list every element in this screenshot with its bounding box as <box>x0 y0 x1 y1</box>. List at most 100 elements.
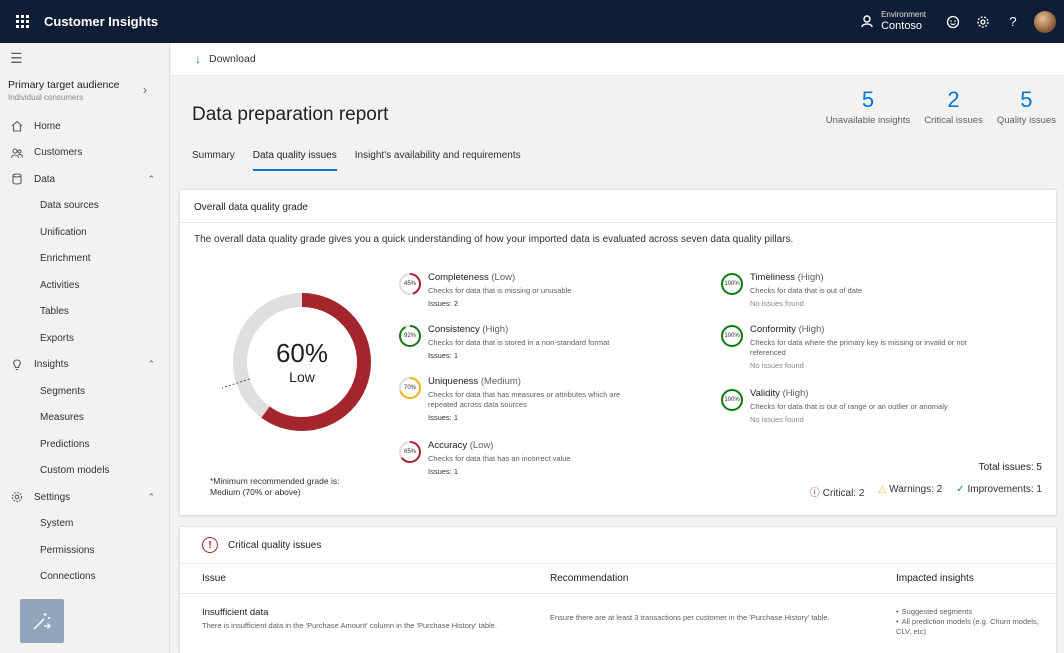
legend-improvements[interactable]: ✓ Improvements: 1 <box>956 484 1042 499</box>
pillar-consistency[interactable]: 92% Consistency (High) Checks for data tha… <box>398 324 638 360</box>
critical-issues-card: ! Critical quality issues Issue Recommen… <box>180 527 1056 653</box>
environment-value: Contoso <box>881 19 923 32</box>
stat-value: 2 <box>947 87 960 112</box>
sidebar-item-customers[interactable]: Customers <box>0 140 169 167</box>
pillar-uniqueness[interactable]: 70% Uniqueness (Medium) Checks for data th… <box>398 376 648 422</box>
legend-critical[interactable]: ⓘ Critical: 2 <box>810 484 865 499</box>
pillar-issues: No issues found <box>750 415 804 425</box>
chevron-up-icon[interactable]: ⌃ <box>147 492 155 503</box>
column-header-impacted-insights[interactable]: Impacted insights <box>896 573 974 584</box>
audience-selector[interactable]: Primary target audience Individual consu… <box>0 73 169 113</box>
stat-unavailable-insights[interactable]: 5 Unavailable insights <box>825 87 911 127</box>
pillar-score-ring: 100% <box>720 388 744 412</box>
settings-icon[interactable] <box>968 0 998 43</box>
sidebar-item-data-sources[interactable]: Data sources <box>0 193 169 220</box>
chevron-right-icon: › <box>143 83 147 97</box>
sidebar-item-connections[interactable]: Connections <box>0 564 169 591</box>
sidebar-nav: Home Customers Data ⌃ Data sources Unifi… <box>0 113 169 590</box>
sidebar-item-settings[interactable]: Settings ⌃ <box>0 484 169 511</box>
stat-critical-issues[interactable]: 2 Critical issues <box>924 87 983 126</box>
divider <box>180 593 1056 594</box>
legend-label: Improvements: 1 <box>967 484 1042 495</box>
total-issues: Total issues: 5 <box>978 462 1042 473</box>
chevron-up-icon[interactable]: ⌃ <box>147 359 155 370</box>
stat-quality-issues[interactable]: 5 Quality issues <box>997 87 1056 126</box>
sidebar-item-activities[interactable]: Activities <box>0 272 169 299</box>
legend-warnings[interactable]: △ Warnings: 2 <box>878 484 942 499</box>
sidebar-item-label: Custom models <box>40 465 110 477</box>
top-bar: Customer Insights Environment Contoso ? <box>0 0 1064 43</box>
command-bar: ↓ Download <box>171 43 1064 76</box>
tab-summary[interactable]: Summary <box>192 150 235 171</box>
sidebar-item-system[interactable]: System <box>0 511 169 538</box>
pillar-description: Checks for data that is out of range or … <box>750 402 948 411</box>
pillar-accuracy[interactable]: 65% Accuracy (Low) Checks for data that ha… <box>398 440 638 476</box>
chevron-up-icon[interactable]: ⌃ <box>147 174 155 185</box>
sidebar-item-label: Customers <box>34 147 83 159</box>
sidebar-item-label: Insights <box>34 359 69 371</box>
overall-grade-donut: 60% Low <box>212 282 382 442</box>
sidebar-item-segments[interactable]: Segments <box>0 378 169 405</box>
sidebar-item-label: Unification <box>40 226 87 238</box>
pillar-score: 45% <box>403 281 416 287</box>
app-title[interactable]: Customer Insights <box>44 14 158 29</box>
sidebar-item-predictions[interactable]: Predictions <box>0 431 169 458</box>
environment-picker[interactable]: Environment Contoso <box>861 10 926 32</box>
help-icon[interactable]: ? <box>998 0 1028 43</box>
issue-title[interactable]: Insufficient data <box>202 607 268 618</box>
impacted-insights-list: Suggested segments All prediction models… <box>896 607 1046 637</box>
sidebar-item-label: Data <box>34 173 56 185</box>
warning-icon: △ <box>878 484 887 495</box>
divider <box>180 563 1056 564</box>
sidebar-item-label: Home <box>34 120 61 132</box>
pillar-score: 100% <box>724 281 740 287</box>
sidebar: ☰ Primary target audience Individual con… <box>0 43 170 653</box>
sidebar-item-label: Connections <box>40 571 96 583</box>
sidebar-item-label: System <box>40 518 74 530</box>
divider <box>180 222 1056 223</box>
sidebar-item-measures[interactable]: Measures <box>0 405 169 432</box>
tab-insights-availability[interactable]: Insight's availability and requirements <box>355 150 521 171</box>
pillar-timeliness[interactable]: 100% Timeliness (High) Checks for data tha… <box>720 272 980 308</box>
sidebar-item-exports[interactable]: Exports <box>0 325 169 352</box>
sidebar-item-label: Enrichment <box>40 253 91 265</box>
tab-data-quality-issues[interactable]: Data quality issues <box>252 150 337 171</box>
column-header-recommendation[interactable]: Recommendation <box>550 573 628 584</box>
download-button[interactable]: ↓ Download <box>195 52 256 66</box>
sidebar-item-data[interactable]: Data ⌃ <box>0 166 169 193</box>
sidebar-item-label: Segments <box>40 385 86 397</box>
pillar-conformity[interactable]: 100% Conformity (High) Checks for data whe… <box>720 324 1000 370</box>
sidebar-item-permissions[interactable]: Permissions <box>0 537 169 564</box>
environment-icon <box>861 15 873 28</box>
sidebar-item-custom-models[interactable]: Custom models <box>0 458 169 485</box>
pillar-issues: Issues: 1 <box>428 467 459 477</box>
pillar-name: Consistency <box>428 324 480 335</box>
sidebar-item-label: Data sources <box>40 200 99 212</box>
summary-stats: 5 Unavailable insights 2 Critical issues… <box>825 87 1056 127</box>
magic-wand-icon[interactable] <box>20 599 64 643</box>
sidebar-item-label: Settings <box>34 491 71 503</box>
gear-icon <box>10 490 24 504</box>
pillar-level: (High) <box>798 324 825 335</box>
min-note-line: *Minimum recommended grade is: <box>210 476 340 486</box>
sidebar-item-unification[interactable]: Unification <box>0 219 169 246</box>
issue-description: There is insufficient data in the 'Purch… <box>202 621 497 630</box>
hamburger-icon[interactable]: ☰ <box>0 43 169 73</box>
sidebar-item-tables[interactable]: Tables <box>0 299 169 326</box>
sidebar-item-enrichment[interactable]: Enrichment <box>0 246 169 273</box>
avatar[interactable] <box>1034 10 1056 33</box>
pillar-description: Checks for data that is out of date <box>750 286 863 295</box>
download-icon: ↓ <box>195 52 201 66</box>
column-header-issue[interactable]: Issue <box>202 573 226 584</box>
sidebar-item-home[interactable]: Home <box>0 113 169 140</box>
sidebar-item-insights[interactable]: Insights ⌃ <box>0 352 169 379</box>
smiley-icon[interactable] <box>938 0 968 43</box>
pillar-completeness[interactable]: 45% Completeness (Low) Checks for data tha… <box>398 272 638 308</box>
pillar-level: (High) <box>782 388 809 399</box>
waffle-icon[interactable] <box>0 0 44 43</box>
pillar-score-ring: 92% <box>398 324 422 348</box>
pillar-description: Checks for data that is missing or unusa… <box>428 286 572 295</box>
stat-label: Unavailable insights <box>825 115 911 127</box>
stat-value: 5 <box>861 87 875 112</box>
pillar-validity[interactable]: 100% Validity (High) Checks for data that … <box>720 388 1000 424</box>
